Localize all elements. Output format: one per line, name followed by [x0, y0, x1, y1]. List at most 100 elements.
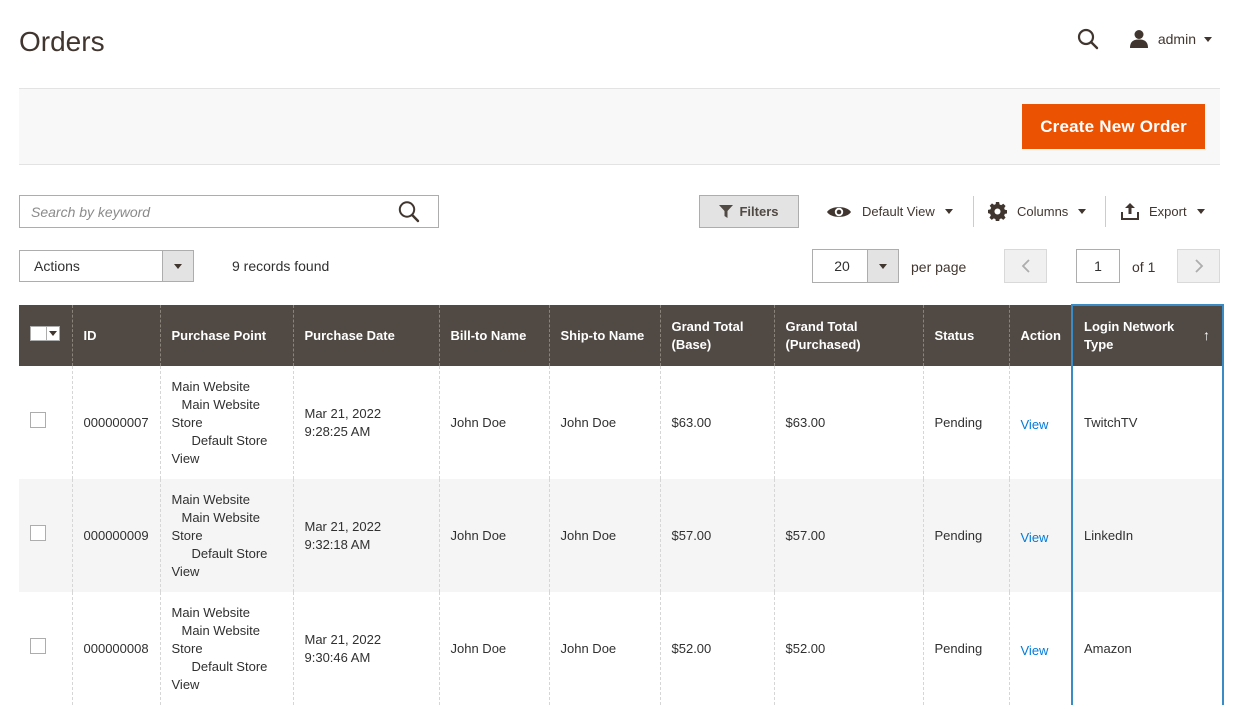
page-actions-bar: Create New Order	[19, 88, 1220, 165]
global-search-icon[interactable]	[1077, 26, 1101, 52]
column-header-id[interactable]: ID	[71, 305, 160, 366]
purchase-date: Mar 21, 2022 9:30:46 AM	[292, 592, 439, 705]
purchase-date-time: 9:32:18 AM	[304, 536, 371, 552]
actions-label: Actions	[34, 258, 80, 274]
row-checkbox[interactable]	[30, 638, 46, 654]
view-order-link[interactable]: View	[1021, 643, 1049, 658]
previous-page-button[interactable]	[1004, 249, 1047, 283]
row-checkbox[interactable]	[30, 525, 46, 541]
table-row[interactable]: 000000008 Main Website Main Website Stor…	[19, 592, 1224, 705]
purchase-point-store: Main Website	[181, 509, 261, 525]
orders-grid: ID Purchase Point Purchase Date Bill-to …	[19, 304, 1225, 709]
purchase-point-store: Main Website	[181, 396, 261, 412]
purchase-point-view-suffix: View	[171, 450, 200, 466]
table-row[interactable]: 000000009 Main Website Main Website Stor…	[19, 479, 1224, 592]
purchase-date-time: 9:28:25 AM	[304, 423, 371, 439]
gear-icon	[988, 202, 1007, 221]
action-cell: View	[1008, 366, 1072, 479]
column-header-grand-total-purchased[interactable]: Grand Total (Purchased)	[773, 305, 923, 366]
order-status: Pending	[922, 366, 1009, 479]
purchase-point-store-suffix: Store	[171, 640, 203, 656]
grand-total-base: $52.00	[659, 592, 774, 705]
order-id: 000000007	[71, 366, 160, 479]
purchase-point-view: Default Store	[191, 432, 268, 448]
search-icon[interactable]	[398, 200, 420, 229]
ship-to-name: John Doe	[548, 366, 660, 479]
create-new-order-button[interactable]: Create New Order	[1022, 104, 1205, 149]
toolbar-divider	[973, 196, 974, 227]
column-header-bill-to-name[interactable]: Bill-to Name	[438, 305, 549, 366]
export-label: Export	[1149, 204, 1187, 219]
user-menu[interactable]: admin	[1129, 29, 1212, 49]
row-select-cell	[19, 592, 72, 705]
chevron-down-icon	[1196, 209, 1205, 214]
view-order-link[interactable]: View	[1021, 530, 1049, 545]
sort-ascending-icon: ↑	[1203, 327, 1210, 343]
purchase-point: Main Website Main Website Store Default …	[159, 592, 293, 705]
purchase-point-store-suffix: Store	[171, 527, 203, 543]
purchase-date: Mar 21, 2022 9:28:25 AM	[292, 366, 439, 479]
user-icon	[1129, 30, 1148, 48]
chevron-down-icon	[1204, 36, 1212, 42]
row-select-cell	[19, 366, 72, 479]
export-selector[interactable]: Export	[1121, 195, 1205, 228]
header-actions: admin	[1077, 26, 1212, 52]
per-page-value: 20	[834, 258, 850, 274]
eye-icon	[827, 206, 851, 217]
chevron-down-icon	[944, 209, 953, 214]
view-label: Default View	[862, 204, 935, 219]
bill-to-name: John Doe	[438, 366, 549, 479]
columns-selector[interactable]: Columns	[988, 195, 1087, 228]
purchase-date-day: Mar 21, 2022	[304, 631, 382, 647]
next-page-button[interactable]	[1177, 249, 1220, 283]
column-header-grand-total-base[interactable]: Grand Total (Base)	[659, 305, 774, 366]
current-page-input[interactable]	[1076, 249, 1120, 283]
purchase-point-view-suffix: View	[171, 563, 200, 579]
per-page-label: per page	[911, 259, 967, 275]
mass-select-checkbox[interactable]	[30, 326, 60, 341]
mass-actions-select[interactable]: Actions	[19, 250, 194, 282]
chevron-left-icon	[1021, 259, 1030, 273]
view-selector[interactable]: Default View	[826, 195, 953, 228]
purchase-point-store-suffix: Store	[171, 414, 203, 430]
chevron-down-icon	[1078, 209, 1087, 214]
column-header-purchase-point[interactable]: Purchase Point	[159, 305, 293, 366]
purchase-point-store: Main Website	[181, 622, 261, 638]
grand-total-base: $63.00	[659, 366, 774, 479]
total-pages: of 1	[1132, 259, 1156, 275]
keyword-search	[19, 195, 439, 228]
column-header-status[interactable]: Status	[922, 305, 1009, 366]
purchase-date-time: 9:30:46 AM	[304, 649, 371, 665]
view-order-link[interactable]: View	[1021, 417, 1049, 432]
columns-label: Columns	[1017, 204, 1069, 219]
chevron-down-icon	[867, 250, 898, 282]
purchase-date-day: Mar 21, 2022	[304, 518, 382, 534]
table-row[interactable]: 000000007 Main Website Main Website Stor…	[19, 366, 1224, 479]
login-network-type-label: Login Network Type	[1084, 319, 1175, 352]
login-network-type: LinkedIn	[1071, 479, 1224, 592]
purchase-point-view: Default Store	[191, 658, 268, 674]
purchase-point-website: Main Website	[171, 604, 251, 620]
purchase-point: Main Website Main Website Store Default …	[159, 366, 293, 479]
chevron-down-icon	[162, 251, 193, 281]
search-input[interactable]	[20, 196, 438, 227]
user-name: admin	[1157, 31, 1196, 47]
action-cell: View	[1008, 592, 1072, 705]
funnel-icon	[719, 205, 734, 218]
grand-total-purchased: $57.00	[773, 479, 923, 592]
row-checkbox[interactable]	[30, 412, 46, 428]
login-network-type: Amazon	[1071, 592, 1224, 705]
column-header-login-network-type[interactable]: Login Network Type ↑	[1071, 304, 1224, 366]
order-status: Pending	[922, 592, 1009, 705]
grand-total-purchased: $52.00	[773, 592, 923, 705]
column-header-ship-to-name[interactable]: Ship-to Name	[548, 305, 660, 366]
filters-label: Filters	[739, 204, 779, 219]
filters-button[interactable]: Filters	[699, 195, 799, 228]
per-page-select[interactable]: 20	[812, 249, 899, 283]
purchase-point-website: Main Website	[171, 491, 251, 507]
order-id: 000000009	[71, 479, 160, 592]
grand-total-base: $57.00	[659, 479, 774, 592]
order-status: Pending	[922, 479, 1009, 592]
chevron-down-icon	[46, 327, 59, 340]
column-header-purchase-date[interactable]: Purchase Date	[292, 305, 439, 366]
